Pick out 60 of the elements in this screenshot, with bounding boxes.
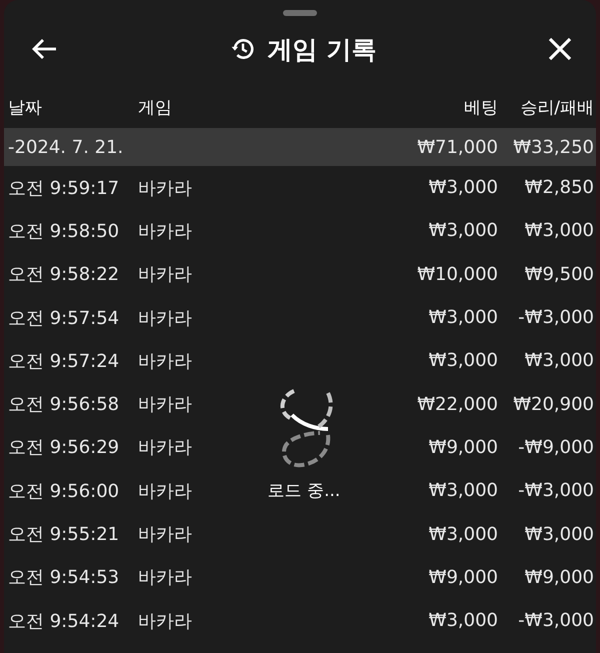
result-cell: ₩3,000 — [524, 350, 594, 372]
bet-cell: ₩3,000 — [428, 177, 498, 198]
drag-handle[interactable] — [283, 10, 317, 16]
result-cell: -₩3,000 — [518, 307, 594, 328]
game-cell-text: 바카라 — [138, 220, 192, 243]
game-cell-text: 바카라 — [138, 436, 192, 460]
bet-total: ₩71,000 — [417, 136, 498, 158]
result-total: ₩33,250 — [513, 136, 594, 158]
game-cell-text: 바카라 — [138, 566, 192, 590]
bet-cell: ₩3,000 — [428, 350, 498, 372]
time-cell-text: 오전 9:58:22 — [8, 263, 120, 286]
date-text: -2024. 7. 21. — [8, 136, 124, 158]
result-cell: ₩20,900 — [513, 394, 594, 415]
back-button[interactable] — [32, 38, 58, 60]
close-icon — [548, 37, 572, 61]
back-arrow-icon — [32, 38, 58, 60]
bet-cell: ₩3,000 — [428, 307, 498, 328]
time-cell-text: 오전 9:56:58 — [8, 393, 120, 416]
result-cell: -₩3,000 — [518, 610, 594, 632]
time-cell-text: 오전 9:57:24 — [8, 350, 120, 373]
result-cell: -₩9,000 — [518, 436, 594, 458]
bet-cell: ₩3,000 — [428, 480, 498, 502]
bet-cell: ₩3,000 — [428, 524, 498, 545]
result-cell: ₩3,000 — [524, 220, 594, 242]
time-cell-text: 오전 9:55:21 — [8, 523, 120, 546]
close-button[interactable] — [548, 37, 572, 61]
time-cell-text: 오전 9:57:54 — [8, 306, 120, 330]
game-cell-text: 바카라 — [138, 610, 192, 633]
game-cell-text: 바카라 — [138, 480, 192, 503]
history-icon — [230, 36, 256, 62]
column-header: 게임 — [138, 96, 172, 118]
time-cell-text: 오전 9:56:29 — [8, 436, 120, 460]
bet-cell: ₩3,000 — [428, 610, 498, 632]
game-cell-text: 바카라 — [138, 523, 192, 546]
time-cell-text: 오전 9:59:17 — [8, 176, 120, 200]
loading-text: 로드 중... — [268, 480, 340, 502]
column-header: 베팅 — [464, 96, 498, 118]
result-cell: ₩2,850 — [524, 177, 594, 198]
bet-cell: ₩10,000 — [417, 264, 498, 285]
time-cell-text: 오전 9:54:24 — [8, 610, 120, 633]
time-cell-text: 오전 9:54:53 — [8, 566, 120, 590]
bet-cell: ₩9,000 — [428, 436, 498, 458]
game-cell-text: 바카라 — [138, 350, 192, 373]
result-cell: -₩3,000 — [518, 480, 594, 502]
result-cell: ₩3,000 — [524, 524, 594, 545]
result-cell: ₩9,000 — [524, 566, 594, 588]
time-cell-text: 오전 9:56:00 — [8, 480, 120, 503]
column-header: 날짜 — [8, 96, 42, 118]
game-cell-text: 바카라 — [138, 263, 192, 286]
time-cell-text: 오전 9:58:50 — [8, 220, 120, 243]
column-header: 승리/패배 — [520, 96, 594, 118]
bet-cell: ₩22,000 — [417, 394, 498, 415]
game-cell-text: 바카라 — [138, 393, 192, 416]
game-cell-text: 바카라 — [138, 306, 192, 330]
window-title: 게임 기록 — [268, 34, 376, 66]
date-group-row[interactable]: -2024. 7. 21. ₩71,000 ₩33,250 — [4, 128, 596, 166]
result-cell: ₩9,500 — [524, 264, 594, 285]
bet-cell: ₩9,000 — [428, 566, 498, 588]
game-cell-text: 바카라 — [138, 176, 192, 200]
bet-cell: ₩3,000 — [428, 220, 498, 242]
